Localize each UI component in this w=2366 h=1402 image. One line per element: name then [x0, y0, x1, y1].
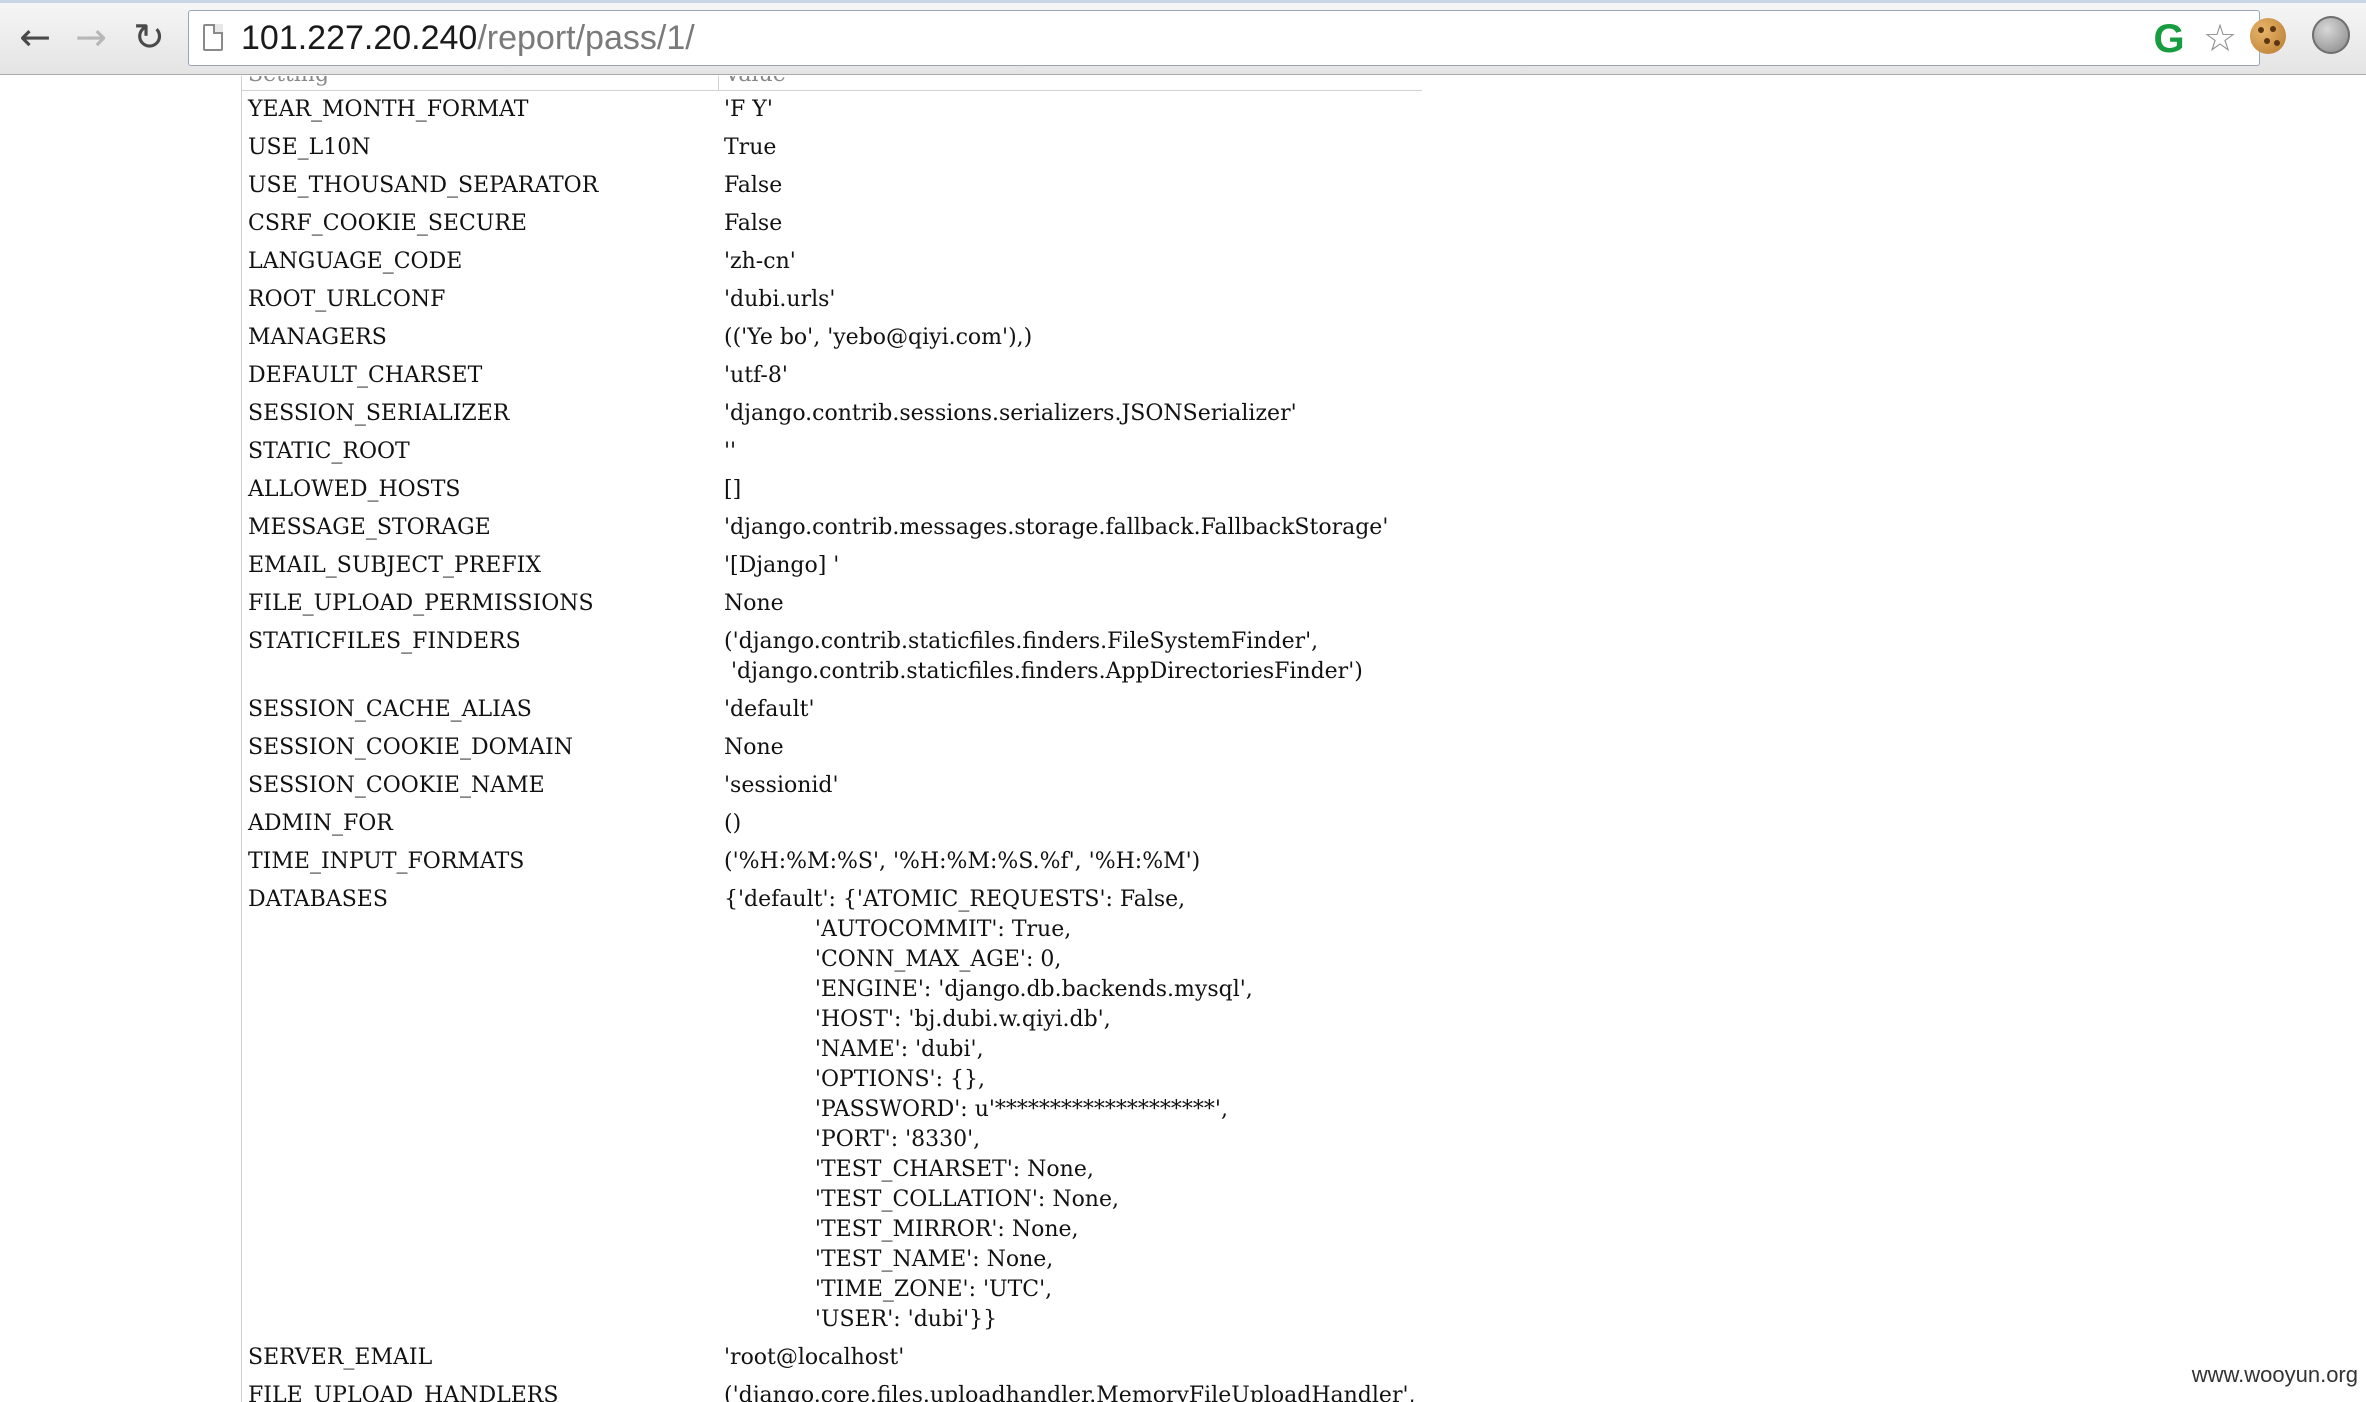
setting-value: '[Django] ' [724, 553, 840, 578]
address-bar[interactable]: 101.227.20.240/report/pass/1/ G ☆ [188, 10, 2260, 66]
table-row: LANGUAGE_CODE 'zh-cn' [242, 243, 1422, 281]
setting-key: MANAGERS [248, 325, 387, 350]
setting-value: None [724, 735, 784, 760]
setting-value: 'dubi.urls' [724, 287, 836, 312]
grammarly-extension-icon[interactable]: G [2149, 19, 2189, 59]
table-row: FILE_UPLOAD_HANDLERS ('django.core.files.… [242, 1377, 1422, 1402]
watermark: www.wooyun.org [2191, 1362, 2358, 1387]
setting-value: 'django.contrib.messages.storage.fallbac… [724, 515, 1389, 540]
setting-key: USE_THOUSAND_SEPARATOR [248, 173, 599, 198]
setting-value: ('django.core.files.uploadhandler.Memory… [724, 1383, 1416, 1402]
setting-key: DATABASES [248, 887, 388, 912]
setting-value: 'utf-8' [724, 363, 788, 388]
page-icon [203, 24, 223, 51]
setting-value: None [724, 591, 784, 616]
table-row: ADMIN_FOR () [242, 805, 1422, 843]
setting-key: YEAR_MONTH_FORMAT [248, 97, 529, 122]
setting-key: CSRF_COOKIE_SECURE [248, 211, 527, 236]
setting-value: False [724, 211, 783, 236]
table-row: STATIC_ROOT '' [242, 433, 1422, 471]
setting-key: SESSION_COOKIE_NAME [248, 773, 545, 798]
setting-key: SESSION_SERIALIZER [248, 401, 510, 426]
setting-value: ('%H:%M:%S', '%H:%M:%S.%f', '%H:%M') [724, 849, 1201, 874]
setting-value: 'sessionid' [724, 773, 839, 798]
setting-value: 'F Y' [724, 97, 773, 122]
settings-table: Setting Value YEAR_MONTH_FORMAT 'F Y' USE_… [242, 76, 1422, 1402]
table-row: CSRF_COOKIE_SECURE False [242, 205, 1422, 243]
table-row: EMAIL_SUBJECT_PREFIX '[Django] ' [242, 547, 1422, 585]
setting-key: SESSION_COOKIE_DOMAIN [248, 735, 573, 760]
header-value: Value [718, 76, 1422, 91]
setting-value: 'default' [724, 697, 815, 722]
bookmark-star-icon[interactable]: ☆ [2199, 17, 2241, 59]
table-row: SERVER_EMAIL 'root@localhost' [242, 1339, 1422, 1377]
table-row: TIME_INPUT_FORMATS ('%H:%M:%S', '%H:%M:%S… [242, 843, 1422, 881]
reload-button[interactable]: ↻ [122, 10, 176, 64]
url-text[interactable]: 101.227.20.240/report/pass/1/ [241, 11, 695, 65]
setting-value: {'default': {'ATOMIC_REQUESTS': False, '… [724, 887, 1253, 1332]
table-row: STATICFILES_FINDERS ('django.contrib.stat… [242, 623, 1422, 691]
setting-key: ROOT_URLCONF [248, 287, 446, 312]
table-row: MANAGERS (('Ye bo', 'yebo@qiyi.com'),) [242, 319, 1422, 357]
setting-value: 'django.contrib.sessions.serializers.JSO… [724, 401, 1297, 426]
table-row: DATABASES {'default': {'ATOMIC_REQUESTS':… [242, 881, 1422, 1339]
browser-toolbar: ← → ↻ 101.227.20.240/report/pass/1/ G ☆ [0, 0, 2366, 75]
setting-value: '' [724, 439, 737, 464]
settings-body: YEAR_MONTH_FORMAT 'F Y' USE_L10N True USE_TH… [242, 91, 1422, 1402]
table-row: YEAR_MONTH_FORMAT 'F Y' [242, 91, 1422, 130]
setting-value: (('Ye bo', 'yebo@qiyi.com'),) [724, 325, 1033, 350]
setting-key: ALLOWED_HOSTS [248, 477, 461, 502]
setting-key: SERVER_EMAIL [248, 1345, 433, 1370]
setting-value: True [724, 135, 777, 160]
setting-key: MESSAGE_STORAGE [248, 515, 491, 540]
table-header-row: Setting Value [242, 76, 1422, 91]
table-row: USE_L10N True [242, 129, 1422, 167]
setting-key: STATIC_ROOT [248, 439, 410, 464]
setting-key: TIME_INPUT_FORMATS [248, 849, 525, 874]
setting-value: ('django.contrib.staticfiles.finders.Fil… [724, 629, 1363, 684]
arrow-right-icon: → [75, 15, 107, 59]
table-row: FILE_UPLOAD_PERMISSIONS None [242, 585, 1422, 623]
table-row: SESSION_COOKIE_NAME 'sessionid' [242, 767, 1422, 805]
table-row: SESSION_CACHE_ALIAS 'default' [242, 691, 1422, 729]
table-row: ROOT_URLCONF 'dubi.urls' [242, 281, 1422, 319]
setting-key: FILE_UPLOAD_HANDLERS [248, 1383, 559, 1402]
cookie-extension-icon[interactable] [2250, 18, 2286, 54]
reload-icon: ↻ [133, 15, 165, 59]
page-content: Setting Value YEAR_MONTH_FORMAT 'F Y' USE_… [0, 76, 2366, 1402]
table-row: ALLOWED_HOSTS [] [242, 471, 1422, 509]
setting-key: USE_L10N [248, 135, 371, 160]
forward-button[interactable]: → [64, 10, 118, 64]
setting-key: SESSION_CACHE_ALIAS [248, 697, 532, 722]
globe-extension-icon[interactable] [2312, 16, 2350, 54]
table-row: MESSAGE_STORAGE 'django.contrib.messages.… [242, 509, 1422, 547]
back-button[interactable]: ← [8, 10, 62, 64]
setting-key: LANGUAGE_CODE [248, 249, 463, 274]
setting-value: 'zh-cn' [724, 249, 796, 274]
arrow-left-icon: ← [19, 15, 51, 59]
table-row: SESSION_SERIALIZER 'django.contrib.sessio… [242, 395, 1422, 433]
setting-key: DEFAULT_CHARSET [248, 363, 483, 388]
url-host: 101.227.20.240 [241, 19, 478, 57]
window-top-edge [0, 0, 2366, 3]
setting-value: [] [724, 477, 742, 502]
header-setting: Setting [242, 76, 719, 91]
table-row: USE_THOUSAND_SEPARATOR False [242, 167, 1422, 205]
setting-key: ADMIN_FOR [248, 811, 393, 836]
url-path: /report/pass/1/ [477, 19, 695, 57]
setting-value: () [724, 811, 742, 836]
setting-value: 'root@localhost' [724, 1345, 905, 1370]
table-row: DEFAULT_CHARSET 'utf-8' [242, 357, 1422, 395]
setting-key: FILE_UPLOAD_PERMISSIONS [248, 591, 594, 616]
setting-key: STATICFILES_FINDERS [248, 629, 521, 654]
setting-key: EMAIL_SUBJECT_PREFIX [248, 553, 541, 578]
table-row: SESSION_COOKIE_DOMAIN None [242, 729, 1422, 767]
setting-value: False [724, 173, 783, 198]
